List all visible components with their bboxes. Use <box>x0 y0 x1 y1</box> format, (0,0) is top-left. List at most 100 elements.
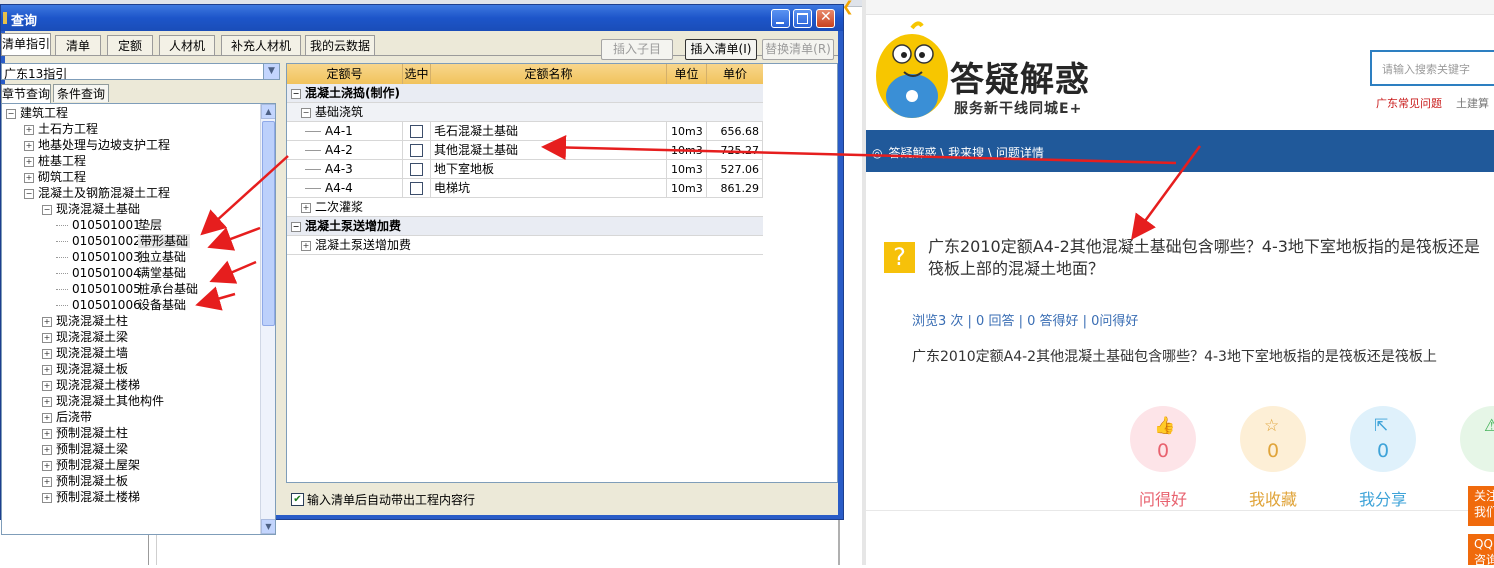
tree-node[interactable]: + 现浇混凝土梁 <box>42 329 128 345</box>
table-row[interactable]: − 基础浇筑 <box>287 103 763 122</box>
tab-materials[interactable]: 人材机 <box>159 35 215 55</box>
table-row[interactable]: − 混凝土泵送增加费 <box>287 217 763 236</box>
action-button[interactable]: ☆ 0 <box>1240 406 1306 472</box>
collapse-icon[interactable]: − <box>291 88 301 99</box>
tree-node[interactable]: + 预制混凝土梁 <box>42 441 128 457</box>
table-row[interactable]: + 二次灌浆 <box>287 198 763 217</box>
tree-scrollbar[interactable]: ▲ ▼ <box>260 104 275 534</box>
collapse-icon[interactable]: − <box>42 204 52 215</box>
expand-icon[interactable]: + <box>42 412 52 423</box>
action-label[interactable]: 问得好 <box>1118 486 1208 510</box>
tab-list-guide[interactable]: 清单指引 <box>1 33 51 55</box>
action-button[interactable]: ⇱ 0 <box>1350 406 1416 472</box>
tree-leaf[interactable]: 010501003独立基础 <box>56 249 186 265</box>
tree-node[interactable]: + 地基处理与边坡支护工程 <box>24 137 170 153</box>
tree-node[interactable]: + 预制混凝土屋架 <box>42 457 140 473</box>
tab-condition-search[interactable]: 条件查询 <box>53 84 109 102</box>
maximize-button[interactable] <box>793 9 812 28</box>
tree-leaf[interactable]: 010501002带形基础 <box>56 233 191 249</box>
expand-icon[interactable]: + <box>24 172 34 183</box>
tree-node[interactable]: + 现浇混凝土楼梯 <box>42 377 140 393</box>
tree-node[interactable]: − 建筑工程 <box>6 105 68 121</box>
hot-link[interactable]: 土建算 <box>1456 95 1489 111</box>
chevron-left-icon[interactable]: ❮ <box>842 0 860 16</box>
tree-node[interactable]: + 预制混凝土板 <box>42 473 128 489</box>
action-button[interactable]: 👍 0 <box>1130 406 1196 472</box>
tree-leaf[interactable]: 010501004满堂基础 <box>56 265 186 281</box>
expand-icon[interactable]: + <box>42 332 52 343</box>
expand-icon[interactable]: + <box>42 492 52 503</box>
insert-list-button[interactable]: 插入清单(I) <box>685 39 757 60</box>
tree-node[interactable]: + 砌筑工程 <box>24 169 86 185</box>
collapse-icon[interactable]: − <box>6 108 16 119</box>
follow-us-button[interactable]: 关注我们 <box>1468 486 1494 526</box>
auto-content-checkbox[interactable]: ✔ <box>291 493 304 506</box>
expand-icon[interactable]: + <box>42 396 52 407</box>
select-checkbox[interactable] <box>410 163 423 176</box>
expand-icon[interactable]: + <box>24 124 34 135</box>
tree-node[interactable]: + 现浇混凝土其他构件 <box>42 393 164 409</box>
expand-icon[interactable]: + <box>42 316 52 327</box>
search-input[interactable]: 请输入搜索关键字 <box>1370 50 1494 86</box>
collapse-icon[interactable]: − <box>291 221 301 232</box>
scroll-up-icon[interactable]: ▲ <box>261 104 275 119</box>
replace-list-button[interactable]: 替换清单(R) <box>762 39 834 60</box>
chevron-down-icon[interactable]: ▼ <box>263 64 279 79</box>
tree-node-label: 现浇混凝土基础 <box>56 202 141 216</box>
expand-icon[interactable]: + <box>42 460 52 471</box>
table-row[interactable]: − 混凝土浇捣(制作) <box>287 84 763 103</box>
expand-icon[interactable]: + <box>42 380 52 391</box>
expand-icon[interactable]: + <box>42 364 52 375</box>
close-button[interactable]: ✕ <box>816 9 835 28</box>
expand-icon[interactable]: + <box>24 156 34 167</box>
expand-icon[interactable]: + <box>42 428 52 439</box>
select-checkbox[interactable] <box>410 144 423 157</box>
scroll-thumb[interactable] <box>262 121 275 326</box>
tree-node[interactable]: + 桩基工程 <box>24 153 86 169</box>
qq-consult-button[interactable]: QQ咨询 <box>1468 534 1494 567</box>
tab-cloud-data[interactable]: 我的云数据 <box>305 35 375 55</box>
select-checkbox[interactable] <box>410 182 423 195</box>
tab-list[interactable]: 清单 <box>55 35 101 55</box>
tree-node[interactable]: + 预制混凝土柱 <box>42 425 128 441</box>
tree-leaf[interactable]: 010501005桩承台基础 <box>56 281 198 297</box>
action-label[interactable]: 我收藏 <box>1228 486 1318 510</box>
table-row[interactable]: A4-2 其他混凝土基础 10m3 725.27 <box>287 141 763 160</box>
expand-icon[interactable]: + <box>24 140 34 151</box>
tree-node[interactable]: + 预制混凝土楼梯 <box>42 489 140 505</box>
action-button[interactable]: ⚠ <box>1460 406 1494 472</box>
tab-quota[interactable]: 定额 <box>107 35 153 55</box>
table-row[interactable]: A4-3 地下室地板 10m3 527.06 <box>287 160 763 179</box>
tree-node[interactable]: + 现浇混凝土柱 <box>42 313 128 329</box>
tree-node[interactable]: + 现浇混凝土板 <box>42 361 128 377</box>
collapse-icon[interactable]: − <box>24 188 34 199</box>
expand-icon[interactable]: + <box>301 240 311 251</box>
tree-node[interactable]: + 现浇混凝土墙 <box>42 345 128 361</box>
tree-node[interactable]: − 现浇混凝土基础 <box>42 201 140 217</box>
guide-select[interactable]: 广东13指引 ▼ <box>1 63 280 81</box>
table-row[interactable]: + 混凝土泵送增加费 <box>287 236 763 255</box>
tree-leaf[interactable]: 010501006设备基础 <box>56 297 186 313</box>
breadcrumb[interactable]: ◎ 答疑解惑 \ 我来搜 \ 问题详情 <box>872 144 1044 161</box>
minimize-button[interactable] <box>771 9 790 28</box>
hot-link[interactable]: 广东常见问题 <box>1376 95 1442 111</box>
select-checkbox[interactable] <box>410 125 423 138</box>
tree-leaf[interactable]: 010501001垫层 <box>56 217 162 233</box>
expand-icon[interactable]: + <box>42 476 52 487</box>
title-bar[interactable]: 查询 ✕ <box>1 5 843 31</box>
tree-node[interactable]: − 混凝土及钢筋混凝土工程 <box>24 185 170 201</box>
tab-extra-materials[interactable]: 补充人材机 <box>221 35 301 55</box>
scroll-down-icon[interactable]: ▼ <box>261 519 275 534</box>
expand-icon[interactable]: + <box>301 202 311 213</box>
tab-chapter-search[interactable]: 章节查询 <box>1 84 51 103</box>
expand-icon[interactable]: + <box>42 444 52 455</box>
collapse-icon[interactable]: − <box>301 107 311 118</box>
tree-node[interactable]: + 后浇带 <box>42 409 92 425</box>
table-row[interactable]: A4-4 电梯坑 10m3 861.29 <box>287 179 763 198</box>
action-label[interactable]: 我分享 <box>1338 486 1428 510</box>
expand-icon[interactable]: + <box>42 348 52 359</box>
tree-node[interactable]: + 土石方工程 <box>24 121 98 137</box>
table-row[interactable]: A4-1 毛石混凝土基础 10m3 656.68 <box>287 122 763 141</box>
insert-child-button[interactable]: 插入子目 <box>601 39 673 60</box>
tree-node-label: 预制混凝土板 <box>56 474 129 488</box>
